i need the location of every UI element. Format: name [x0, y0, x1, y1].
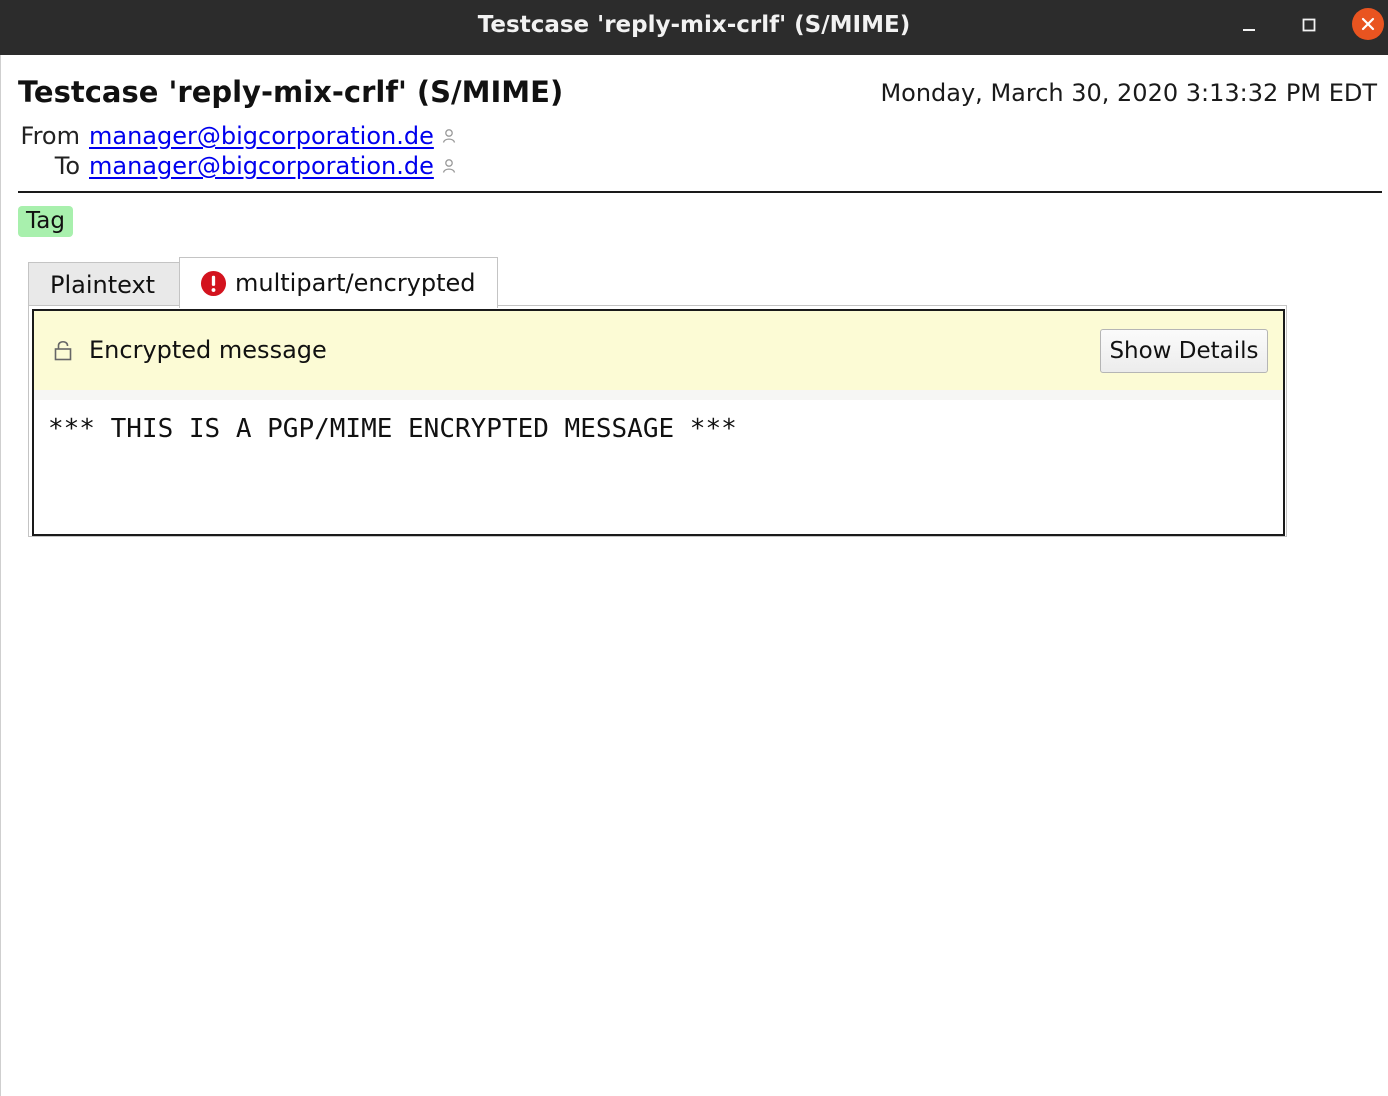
person-icon[interactable]	[442, 157, 456, 175]
message-window: Testcase 'reply-mix-crlf' (S/MIME) Testc…	[0, 0, 1388, 1096]
minimize-button[interactable]	[1234, 10, 1264, 40]
header-divider	[18, 191, 1382, 193]
person-icon[interactable]	[442, 127, 456, 145]
close-button[interactable]	[1352, 8, 1384, 40]
minimize-icon	[1243, 29, 1255, 31]
lock-icon	[54, 340, 72, 361]
maximize-button[interactable]	[1294, 10, 1324, 40]
show-details-button[interactable]: Show Details	[1100, 329, 1268, 373]
error-icon	[200, 270, 227, 296]
message-panel: Encrypted message Show Details *** THIS …	[32, 309, 1285, 536]
tab-multipart-encrypted[interactable]: multipart/encrypted	[179, 257, 498, 308]
message-date: Monday, March 30, 2020 3:13:32 PM EDT	[880, 79, 1377, 107]
encryption-notice: Encrypted message Show Details	[34, 311, 1283, 390]
message-body: *** THIS IS A PGP/MIME ENCRYPTED MESSAGE…	[48, 414, 737, 444]
notice-separator	[34, 390, 1283, 400]
title-bar[interactable]: Testcase 'reply-mix-crlf' (S/MIME)	[0, 0, 1388, 55]
tab-label: multipart/encrypted	[235, 269, 476, 297]
tab-label: Plaintext	[50, 270, 156, 299]
tab-plaintext[interactable]: Plaintext	[28, 262, 180, 306]
to-label: To	[54, 152, 80, 180]
from-row: From manager@bigcorporation.de	[0, 121, 456, 151]
from-label: From	[20, 122, 80, 150]
tag-badge[interactable]: Tag	[18, 206, 73, 237]
window-border	[0, 55, 1, 1096]
notice-text: Encrypted message	[89, 336, 327, 364]
to-address-link[interactable]: manager@bigcorporation.de	[89, 151, 434, 181]
close-icon	[1361, 17, 1375, 31]
to-row: To manager@bigcorporation.de	[0, 151, 456, 181]
window-title: Testcase 'reply-mix-crlf' (S/MIME)	[477, 12, 911, 38]
maximize-icon	[1302, 18, 1316, 32]
message-subject: Testcase 'reply-mix-crlf' (S/MIME)	[18, 75, 564, 109]
from-address-link[interactable]: manager@bigcorporation.de	[89, 121, 434, 151]
